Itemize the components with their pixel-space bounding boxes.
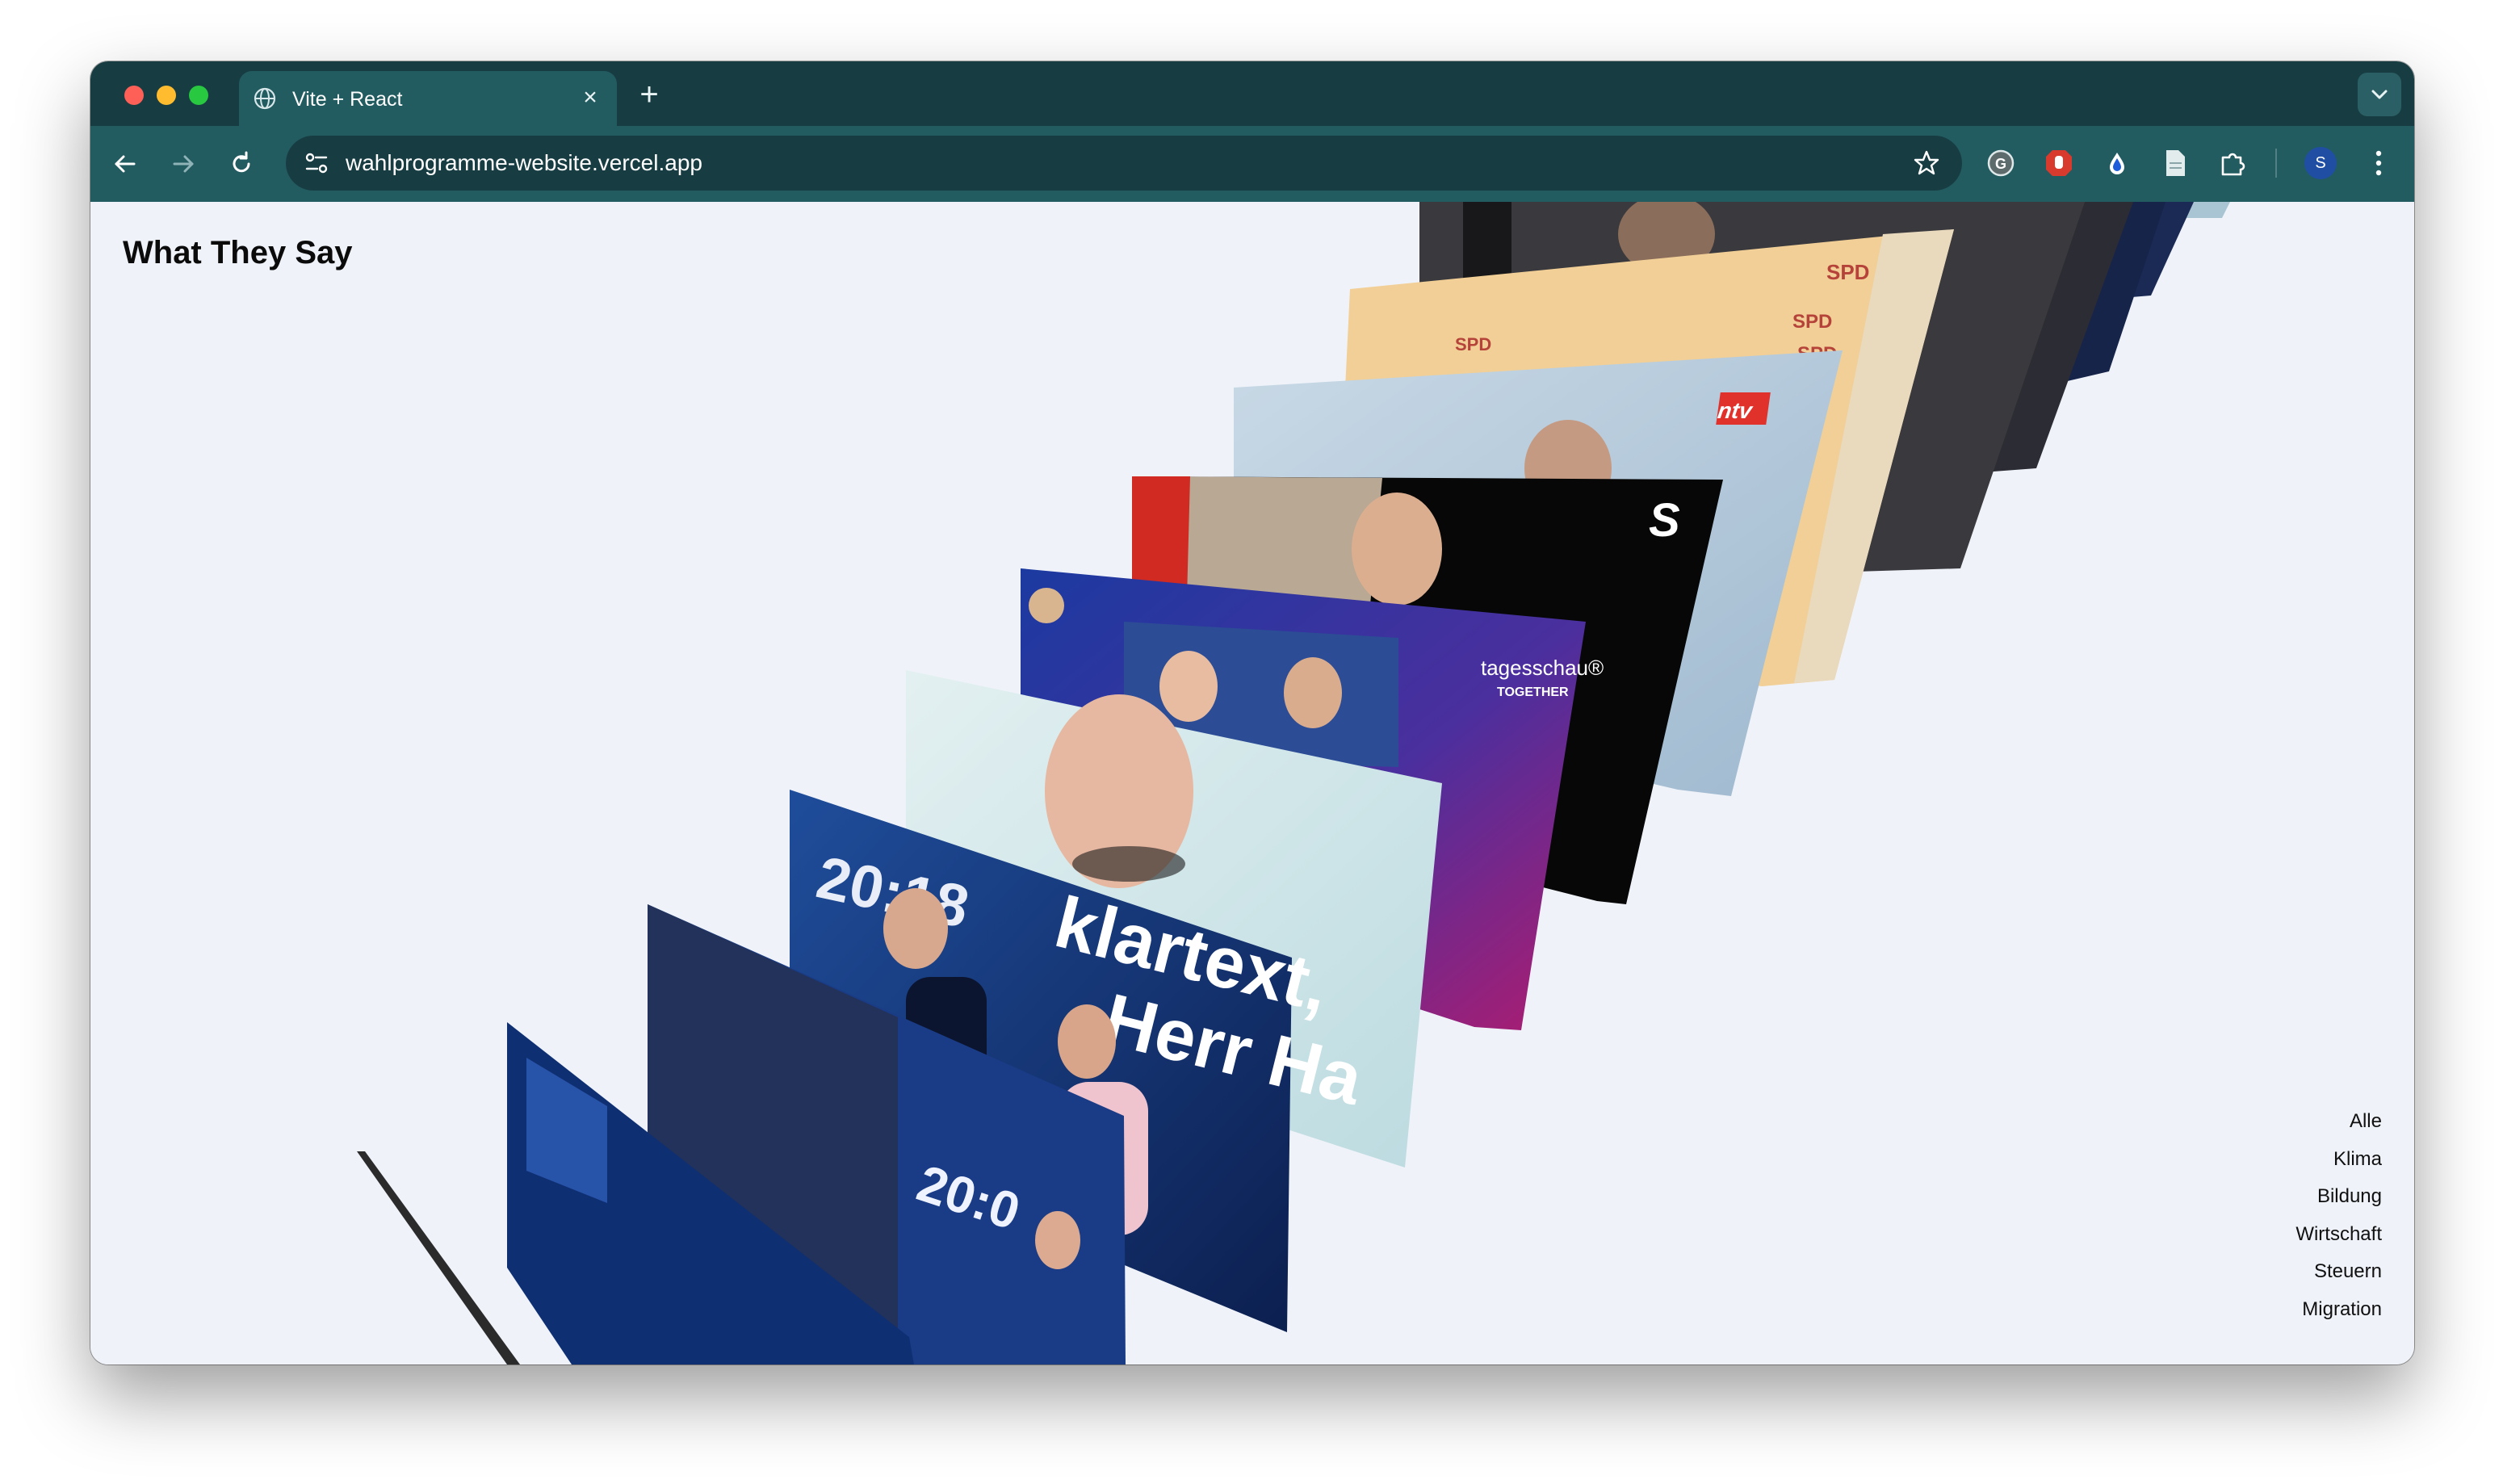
close-tab-icon[interactable]: × [578, 86, 602, 110]
tab-vite-react[interactable]: Vite + React × [239, 71, 617, 126]
svg-text:TOGETHER: TOGETHER [1497, 685, 1569, 699]
profile-avatar[interactable]: S [2304, 147, 2337, 179]
stop-hand-extension-icon[interactable] [2041, 145, 2077, 181]
url-text: wahlprogramme-website.vercel.app [346, 150, 702, 175]
svg-text:tagesschau®: tagesschau® [1481, 656, 1604, 680]
tab-search-button[interactable] [2358, 73, 2401, 116]
filter-migration[interactable]: Migration [2295, 1291, 2382, 1329]
svg-text:SPD: SPD [1826, 260, 1869, 284]
document-extension-icon[interactable] [2157, 145, 2193, 181]
toolbar-separator [2275, 149, 2277, 178]
page-title: What They Say [123, 235, 353, 270]
topic-filter-menu: Alle Klima Bildung Wirtschaft Steuern Mi… [2295, 1103, 2382, 1328]
site-settings-icon[interactable] [300, 147, 333, 179]
svg-text:SPD: SPD [1455, 334, 1491, 354]
tab-title: Vite + React [292, 88, 403, 111]
extensions-puzzle-icon[interactable] [2216, 145, 2251, 181]
filter-klima[interactable]: Klima [2295, 1141, 2382, 1179]
svg-text:ntv: ntv [1716, 398, 1755, 423]
bookmark-star-icon[interactable] [1912, 149, 1941, 178]
filter-steuern[interactable]: Steuern [2295, 1253, 2382, 1291]
video-card-carousel: MEHR FÜR DICH. BESSER FÜR SPD SPD SPD SP… [357, 202, 2230, 1365]
close-window-button[interactable] [124, 86, 144, 105]
more-menu-icon[interactable] [2363, 145, 2395, 181]
forward-arrow-icon[interactable] [163, 144, 203, 184]
grammarly-extension-icon[interactable]: G [1983, 145, 2019, 181]
back-arrow-icon[interactable] [105, 144, 145, 184]
reload-icon[interactable] [221, 144, 262, 184]
svg-text:SPD: SPD [1792, 311, 1832, 333]
minimize-window-button[interactable] [157, 86, 176, 105]
drop-extension-icon[interactable] [2099, 145, 2135, 181]
tab-strip: Vite + React × + [90, 61, 2414, 126]
card-edge[interactable] [357, 1151, 520, 1365]
browser-window: Vite + React × + wahlprogramme-website.v… [90, 61, 2414, 1365]
chevron-down-icon [2371, 90, 2388, 99]
filter-alle[interactable]: Alle [2295, 1103, 2382, 1141]
svg-text:G: G [1995, 156, 2006, 172]
filter-wirtschaft[interactable]: Wirtschaft [2295, 1216, 2382, 1254]
browser-toolbar: wahlprogramme-website.vercel.app G S [90, 126, 2414, 202]
svg-text:S: S [1649, 494, 1680, 547]
globe-icon [254, 87, 276, 110]
filter-bildung[interactable]: Bildung [2295, 1178, 2382, 1216]
page-content: MEHR FÜR DICH. BESSER FÜR SPD SPD SPD SP… [90, 202, 2414, 1365]
address-bar[interactable]: wahlprogramme-website.vercel.app [286, 136, 1962, 191]
maximize-window-button[interactable] [189, 86, 208, 105]
new-tab-button[interactable]: + [633, 78, 665, 111]
